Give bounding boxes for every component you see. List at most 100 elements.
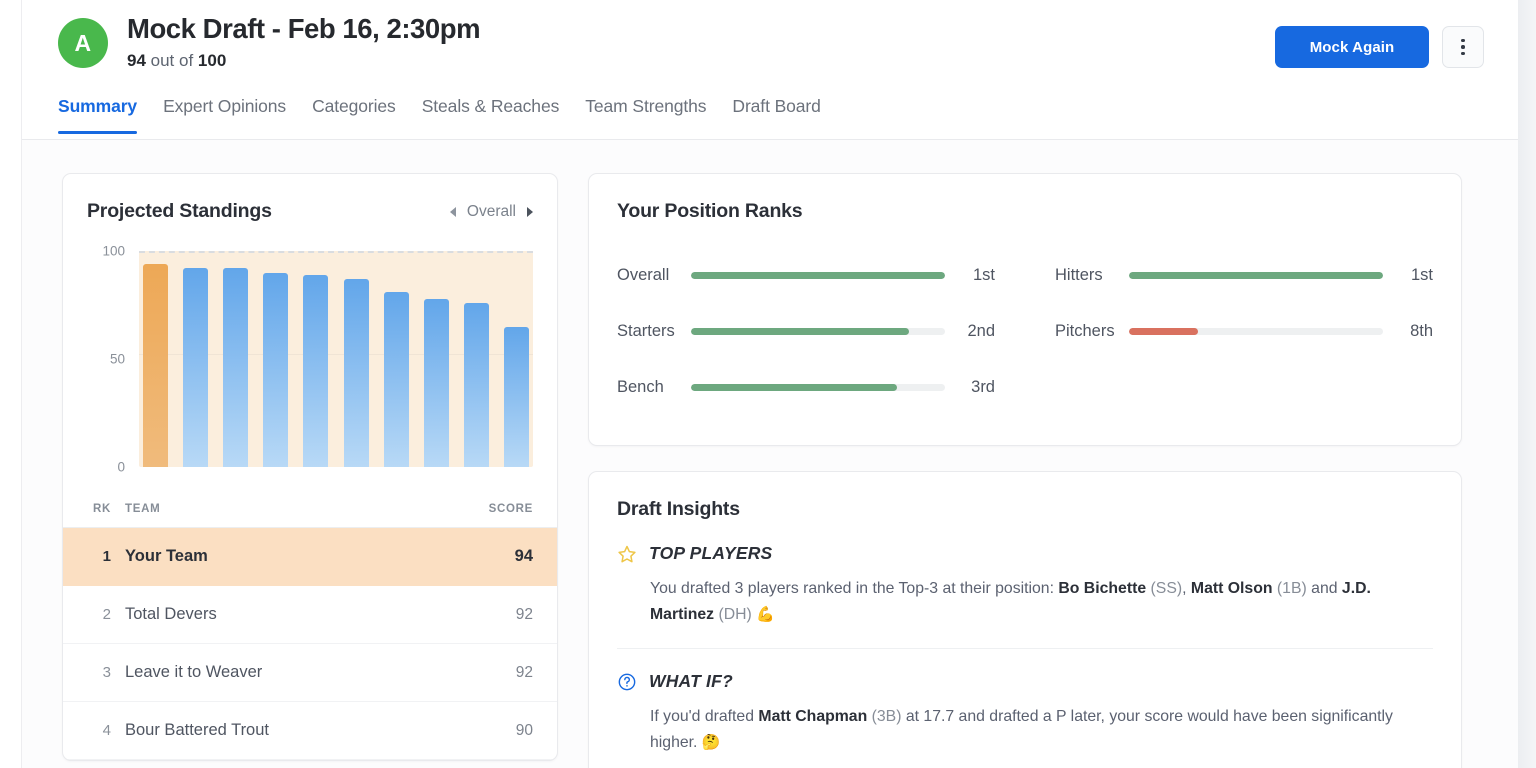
- chart-bar: [263, 272, 289, 467]
- insight-text-part: Matt Olson: [1190, 580, 1273, 597]
- rank-value: 1st: [1410, 265, 1433, 284]
- standings-pager-label: Overall: [466, 202, 516, 220]
- avatar: A: [58, 18, 108, 68]
- rank-progress-fill: [691, 383, 897, 391]
- main-content: Projected Standings Overall 0 50 100 RK …: [22, 140, 1518, 768]
- cell-team: Your Team: [125, 527, 418, 586]
- score-value: 94: [127, 51, 146, 70]
- chevron-right-icon[interactable]: [527, 206, 533, 217]
- table-row[interactable]: 4 Bour Battered Trout 90: [63, 701, 557, 760]
- rank-row-starters: Starters 2nd: [617, 303, 995, 359]
- cell-score: 92: [417, 643, 557, 702]
- standings-table-body: 1 Your Team 94 2 Total Devers 92 3 Leave it to …: [63, 527, 557, 760]
- chart-bar: [183, 268, 209, 467]
- table-row[interactable]: 3 Leave it to Weaver 92: [63, 643, 557, 702]
- left-column: Projected Standings Overall 0 50 100 RK …: [62, 173, 558, 768]
- insight-item: TOP PLAYERS You drafted 3 players ranked …: [617, 521, 1433, 648]
- column-header-team: TEAM: [125, 490, 418, 528]
- insight-heading: TOP PLAYERS: [649, 543, 773, 563]
- score-middle-text: out of: [145, 51, 198, 70]
- tab-categories[interactable]: Categories: [299, 88, 409, 134]
- chart-y-tick-100: 100: [102, 243, 125, 259]
- rank-progress-track: [691, 327, 945, 335]
- chart-bar: [343, 279, 369, 467]
- draft-insights-card: Draft Insights TOP PLAYERS You drafted 3 …: [588, 471, 1462, 768]
- table-row[interactable]: 1 Your Team 94: [63, 527, 557, 586]
- page-title: Mock Draft - Feb 16, 2:30pm: [127, 13, 481, 44]
- tab-steals-reaches[interactable]: Steals & Reaches: [409, 88, 573, 134]
- standings-table: RK TEAM SCORE 1 Your Team 94 2 Total Devers 9…: [63, 490, 557, 760]
- chart-bar: [463, 302, 489, 467]
- rank-row-overall: Overall 1st: [617, 247, 995, 303]
- more-vertical-icon[interactable]: [1442, 26, 1484, 68]
- column-header-score: SCORE: [417, 490, 557, 528]
- tab-team-strengths[interactable]: Team Strengths: [572, 88, 719, 134]
- chart-bar: [223, 268, 249, 467]
- insight-text-part: ,: [1182, 580, 1191, 597]
- chart-y-tick-0: 0: [117, 459, 125, 475]
- insight-item: WHAT IF? If you'd drafted Matt Chapman (3…: [617, 648, 1433, 768]
- header-left-group: A Mock Draft - Feb 16, 2:30pm 94 out of …: [58, 12, 1275, 72]
- insight-text-part: (3B): [867, 708, 902, 725]
- standings-header: Projected Standings Overall: [63, 174, 557, 223]
- table-row[interactable]: 2 Total Devers 92: [63, 585, 557, 644]
- insight-text-part: Bo Bichette: [1058, 580, 1147, 597]
- cell-score: 90: [417, 701, 557, 760]
- question-circle-icon: [617, 672, 637, 692]
- chart-bar: [303, 274, 329, 467]
- position-ranks-grid: Overall 1st Hitters 1st Starters 2nd Pitchers 8…: [617, 247, 1433, 415]
- chart-plot-area: [139, 241, 533, 473]
- rank-row-bench: Bench 3rd: [617, 359, 995, 415]
- chart-bar: [503, 326, 529, 467]
- standings-table-head: RK TEAM SCORE: [63, 490, 557, 528]
- cell-rank: 1: [63, 527, 125, 586]
- insight-body: If you'd drafted Matt Chapman (3B) at 17…: [650, 704, 1433, 756]
- insight-body: You drafted 3 players ranked in the Top-…: [650, 576, 1433, 628]
- insight-text-part: and: [1306, 580, 1342, 597]
- title-block: Mock Draft - Feb 16, 2:30pm 94 out of 10…: [127, 12, 481, 72]
- rank-row-pitchers: Pitchers 8th: [1055, 303, 1433, 359]
- chart-bars: [139, 241, 533, 467]
- cell-rank: 2: [63, 585, 125, 644]
- chevron-left-icon[interactable]: [449, 206, 456, 217]
- rank-value: 2nd: [967, 321, 995, 340]
- chart-y-axis: 0 50 100: [87, 241, 133, 475]
- rank-progress-fill: [691, 271, 945, 279]
- tab-summary[interactable]: Summary: [58, 88, 150, 134]
- insight-text-part: You drafted 3 players ranked in the Top-…: [650, 580, 1059, 597]
- standings-title: Projected Standings: [87, 200, 272, 222]
- page-left-edge: [0, 0, 22, 768]
- header-actions: Mock Again: [1275, 26, 1484, 68]
- tab-expert-opinions[interactable]: Expert Opinions: [150, 88, 299, 134]
- insight-header: WHAT IF?: [617, 671, 1433, 692]
- cell-team: Bour Battered Trout: [125, 701, 418, 760]
- tab-draft-board[interactable]: Draft Board: [719, 88, 833, 134]
- rank-progress-track: [691, 271, 945, 279]
- rank-label: Overall: [617, 265, 670, 284]
- insight-text-part: (SS): [1146, 580, 1183, 597]
- rank-label: Pitchers: [1055, 321, 1115, 340]
- cell-rank: 4: [63, 701, 125, 760]
- position-ranks-title: Your Position Ranks: [617, 200, 803, 222]
- rank-progress-track: [1129, 271, 1383, 279]
- insight-text-part: Matt Chapman: [758, 708, 868, 725]
- rank-row-empty: [1055, 359, 1433, 415]
- rank-progress-fill: [1129, 327, 1198, 335]
- projected-standings-card: Projected Standings Overall 0 50 100 RK …: [62, 173, 558, 761]
- standings-chart: 0 50 100: [87, 241, 533, 475]
- rank-label: Hitters: [1055, 265, 1103, 284]
- rank-progress-track: [1129, 327, 1383, 335]
- mock-again-button[interactable]: Mock Again: [1275, 26, 1429, 68]
- rank-value: 1st: [972, 265, 995, 284]
- insight-text-part: (DH): [714, 606, 752, 623]
- chart-bar: [423, 298, 449, 467]
- table-header-row: RK TEAM SCORE: [63, 490, 557, 528]
- chart-y-tick-50: 50: [109, 351, 125, 367]
- cell-rank: 3: [63, 643, 125, 702]
- rank-progress-fill: [691, 327, 910, 335]
- position-ranks-card: Your Position Ranks Overall 1st Hitters 1st…: [588, 173, 1462, 446]
- draft-insights-list: TOP PLAYERS You drafted 3 players ranked …: [617, 521, 1433, 768]
- rank-value: 8th: [1410, 321, 1433, 340]
- score-total: 100: [197, 51, 227, 70]
- app-page: A Mock Draft - Feb 16, 2:30pm 94 out of …: [0, 0, 1536, 768]
